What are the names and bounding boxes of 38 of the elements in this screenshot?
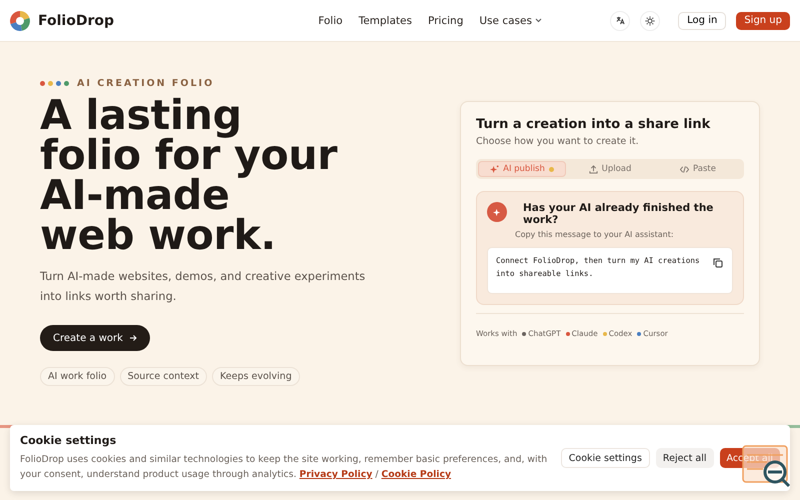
cookie-title: Cookie settings	[20, 434, 118, 447]
lead-text: Turn AI-made websites, demos, and creative experiments into links worth sharing.	[40, 269, 366, 305]
sparkle-badge-icon	[487, 202, 507, 222]
copy-button[interactable]	[712, 256, 724, 268]
active-dot	[548, 166, 554, 172]
sparkle-icon	[490, 164, 500, 174]
eyebrow-label: AI CREATION FOLIO	[77, 78, 214, 89]
card-subtitle: Choose how you want to create it.	[476, 136, 640, 147]
translate-icon	[616, 16, 625, 25]
cookie-button[interactable]: Cookie settings	[560, 448, 650, 468]
upload-icon	[588, 164, 598, 174]
login-button[interactable]: Log in	[678, 12, 726, 30]
feature-tag: Keeps evolving	[212, 367, 300, 386]
sun-icon	[645, 16, 656, 26]
mode-tab[interactable]: Upload	[566, 161, 654, 177]
create-button[interactable]: Create a work	[40, 325, 150, 351]
feature-tag: Source context	[120, 367, 208, 386]
nav-link[interactable]: Use cases	[479, 14, 542, 26]
arrow-right-icon	[128, 334, 137, 342]
panel-title: Has your AI already finished the work?	[523, 202, 714, 226]
logo-icon	[10, 10, 30, 30]
headline: A lasting folio for your AI-made web work.	[40, 95, 338, 255]
nav-link[interactable]: Templates	[358, 14, 412, 26]
cookie-policy-link[interactable]: Cookie Policy	[381, 469, 452, 480]
cookie-text: FolioDrop uses cookies and similar technologies to keep the site working, remember basic preferences, and, with your consent, understand product usage through analytics. Privacy Policy / Cookie Policy	[20, 453, 548, 482]
theme-button[interactable]	[640, 10, 660, 30]
signup-button[interactable]: Sign up	[736, 12, 790, 30]
nav-link[interactable]: Folio	[318, 14, 343, 26]
brand-name: FolioDrop	[38, 12, 114, 28]
cookie-button[interactable]: Reject all	[656, 448, 714, 468]
panel-hint: Copy this message to your AI assistant:	[515, 230, 675, 239]
feature-tag: AI work folio	[40, 367, 115, 386]
card-title: Turn a creation into a share link	[476, 117, 712, 132]
nav-link[interactable]: Pricing	[428, 14, 464, 26]
code-icon	[680, 164, 690, 174]
mode-tab[interactable]: Paste	[654, 161, 742, 177]
language-button[interactable]	[610, 10, 630, 30]
privacy-link[interactable]: Privacy Policy	[299, 469, 372, 480]
